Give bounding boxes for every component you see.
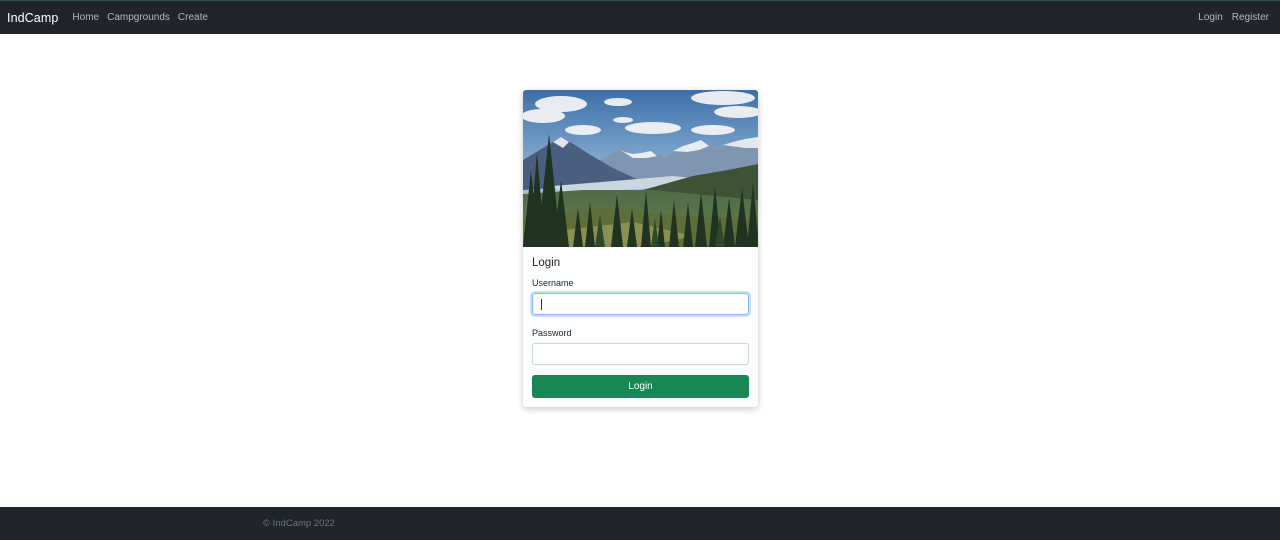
username-label: Username [532,278,574,288]
page-footer: © IndCamp 2022 [0,507,1280,540]
nav-link-register[interactable]: Register [1232,12,1269,23]
login-submit-button[interactable]: Login [532,375,749,398]
nav-link-login[interactable]: Login [1198,12,1222,23]
password-input[interactable] [532,343,749,365]
nav-link-home[interactable]: Home [72,12,99,23]
password-label: Password [532,328,572,338]
username-input[interactable] [532,293,749,315]
nav-link-campgrounds[interactable]: Campgrounds [107,12,170,23]
nav-link-create[interactable]: Create [178,12,208,23]
login-title: Login [532,257,561,269]
text-cursor [541,299,542,310]
card-landscape-image [523,90,758,247]
nav-right-group: Login Register [1189,12,1269,23]
top-navbar: IndCamp Home Campgrounds Create Login Re… [0,0,1280,34]
login-card: Login Username Password Login [523,90,758,407]
footer-copyright: © IndCamp 2022 [263,518,335,529]
brand-logo[interactable]: IndCamp [7,11,58,25]
